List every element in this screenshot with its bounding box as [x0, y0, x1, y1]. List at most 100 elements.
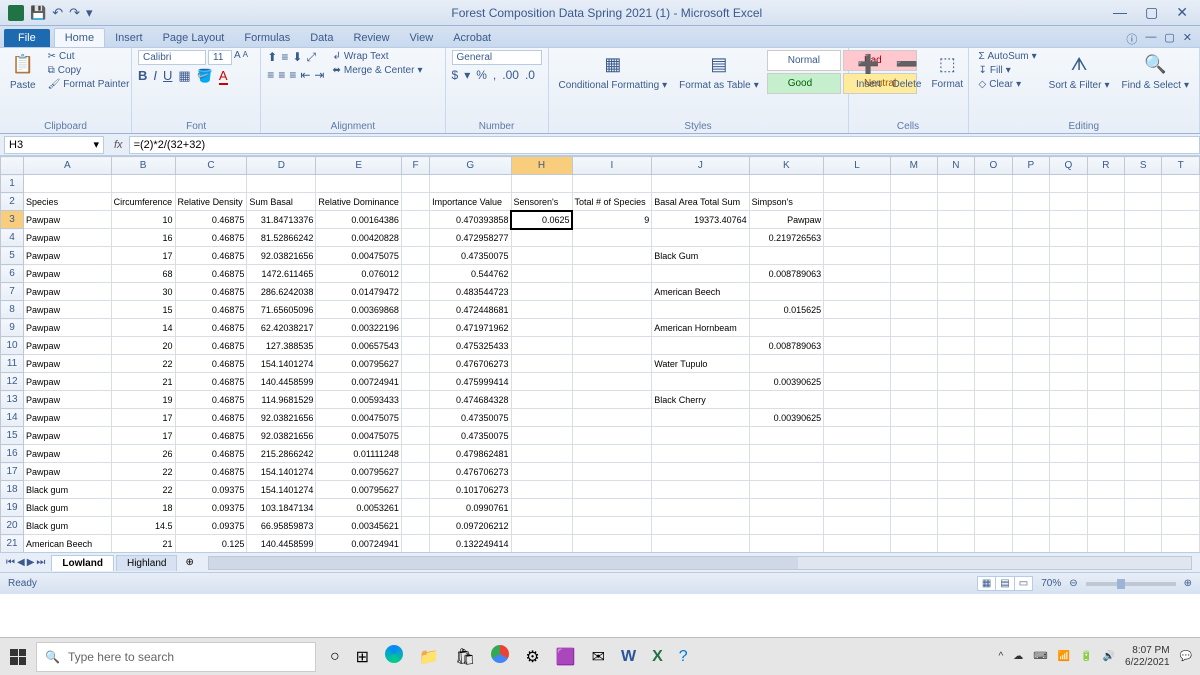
cell-B6[interactable]: 68	[111, 265, 175, 283]
taskbar-clock[interactable]: 8:07 PM 6/22/2021	[1125, 645, 1170, 669]
cell-E19[interactable]: 0.0053261	[316, 499, 402, 517]
cell-E15[interactable]: 0.00475075	[316, 427, 402, 445]
col-header-D[interactable]: D	[247, 157, 316, 175]
cell-E6[interactable]: 0.076012	[316, 265, 402, 283]
cell-J20[interactable]	[652, 517, 749, 535]
cell-E17[interactable]: 0.00795627	[316, 463, 402, 481]
row-header-7[interactable]: 7	[1, 283, 24, 301]
cell-S15[interactable]	[1125, 427, 1162, 445]
tab-acrobat[interactable]: Acrobat	[443, 29, 501, 47]
tab-view[interactable]: View	[400, 29, 444, 47]
cell-H10[interactable]	[511, 337, 572, 355]
cell-B17[interactable]: 22	[111, 463, 175, 481]
cell-F17[interactable]	[401, 463, 429, 481]
format-painter-button[interactable]: 🖌 Format Painter	[44, 78, 134, 91]
col-header-J[interactable]: J	[652, 157, 749, 175]
explorer-icon[interactable]: 📁	[419, 647, 439, 667]
keyboard-icon[interactable]: ⌨	[1033, 651, 1047, 662]
cell-Q3[interactable]	[1050, 211, 1088, 229]
cell-N17[interactable]	[937, 463, 974, 481]
cell-L7[interactable]	[824, 283, 891, 301]
sheet-tab-lowland[interactable]: Lowland	[51, 555, 114, 571]
cell-F12[interactable]	[401, 373, 429, 391]
cell-J17[interactable]	[652, 463, 749, 481]
cell-C7[interactable]: 0.46875	[175, 283, 247, 301]
close-button[interactable]: ✕	[1176, 4, 1188, 21]
cell-E14[interactable]: 0.00475075	[316, 409, 402, 427]
cell-A9[interactable]: Pawpaw	[24, 319, 112, 337]
cell-A20[interactable]: Black gum	[24, 517, 112, 535]
cell-N13[interactable]	[937, 391, 974, 409]
col-header-R[interactable]: R	[1087, 157, 1124, 175]
cell-E7[interactable]: 0.01479472	[316, 283, 402, 301]
cell-E20[interactable]: 0.00345621	[316, 517, 402, 535]
cell-M17[interactable]	[890, 463, 937, 481]
cell-F3[interactable]	[401, 211, 429, 229]
maximize-button[interactable]: ▢	[1145, 4, 1158, 21]
cell-S11[interactable]	[1125, 355, 1162, 373]
cell-D7[interactable]: 286.6242038	[247, 283, 316, 301]
cell-L16[interactable]	[824, 445, 891, 463]
cell-P15[interactable]	[1012, 427, 1049, 445]
cell-Q1[interactable]	[1050, 175, 1088, 193]
cell-L12[interactable]	[824, 373, 891, 391]
cell-A6[interactable]: Pawpaw	[24, 265, 112, 283]
cell-L17[interactable]	[824, 463, 891, 481]
cell-G6[interactable]: 0.544762	[430, 265, 511, 283]
cell-L9[interactable]	[824, 319, 891, 337]
cell-P2[interactable]	[1012, 193, 1049, 211]
cell-A13[interactable]: Pawpaw	[24, 391, 112, 409]
cell-G3[interactable]: 0.470393858	[430, 211, 511, 229]
cell-H3[interactable]: 0.0625	[511, 211, 572, 229]
cell-N20[interactable]	[937, 517, 974, 535]
col-header-S[interactable]: S	[1125, 157, 1162, 175]
cell-L3[interactable]	[824, 211, 891, 229]
cell-Q2[interactable]	[1050, 193, 1088, 211]
cell-M18[interactable]	[890, 481, 937, 499]
row-header-11[interactable]: 11	[1, 355, 24, 373]
cell-R8[interactable]	[1087, 301, 1124, 319]
cell-G21[interactable]: 0.132249414	[430, 535, 511, 553]
cell-N21[interactable]	[937, 535, 974, 553]
cell-O18[interactable]	[975, 481, 1013, 499]
onedrive-icon[interactable]: ☁	[1013, 651, 1023, 662]
grow-font-icon[interactable]: A	[234, 50, 241, 65]
cell-B12[interactable]: 21	[111, 373, 175, 391]
cell-H21[interactable]	[511, 535, 572, 553]
cell-E11[interactable]: 0.00795627	[316, 355, 402, 373]
cell-Q18[interactable]	[1050, 481, 1088, 499]
cell-N8[interactable]	[937, 301, 974, 319]
cell-J6[interactable]	[652, 265, 749, 283]
zoom-out-icon[interactable]: ⊖	[1069, 578, 1077, 589]
cell-B14[interactable]: 17	[111, 409, 175, 427]
wrap-text-button[interactable]: ↲ Wrap Text	[328, 50, 426, 63]
cell-L10[interactable]	[824, 337, 891, 355]
paste-icon[interactable]: 📋	[9, 50, 37, 78]
cell-T13[interactable]	[1162, 391, 1200, 409]
cell-G1[interactable]	[430, 175, 511, 193]
italic-button[interactable]: I	[153, 68, 157, 85]
cell-G7[interactable]: 0.483544723	[430, 283, 511, 301]
insert-cell-button[interactable]: Insert	[856, 79, 881, 90]
cell-C2[interactable]: Relative Density	[175, 193, 247, 211]
col-header-L[interactable]: L	[824, 157, 891, 175]
cell-T10[interactable]	[1162, 337, 1200, 355]
cell-B3[interactable]: 10	[111, 211, 175, 229]
cell-Q20[interactable]	[1050, 517, 1088, 535]
chrome-icon[interactable]	[491, 645, 509, 668]
cell-F14[interactable]	[401, 409, 429, 427]
cell-N16[interactable]	[937, 445, 974, 463]
cell-E1[interactable]	[316, 175, 402, 193]
cell-C20[interactable]: 0.09375	[175, 517, 247, 535]
cell-R5[interactable]	[1087, 247, 1124, 265]
cell-A14[interactable]: Pawpaw	[24, 409, 112, 427]
row-header-3[interactable]: 3	[1, 211, 24, 229]
cell-M6[interactable]	[890, 265, 937, 283]
cell-A8[interactable]: Pawpaw	[24, 301, 112, 319]
cell-E4[interactable]: 0.00420828	[316, 229, 402, 247]
cell-T4[interactable]	[1162, 229, 1200, 247]
border-icon[interactable]: ▦	[178, 68, 190, 85]
cell-L13[interactable]	[824, 391, 891, 409]
cell-S16[interactable]	[1125, 445, 1162, 463]
cell-D16[interactable]: 215.2866242	[247, 445, 316, 463]
